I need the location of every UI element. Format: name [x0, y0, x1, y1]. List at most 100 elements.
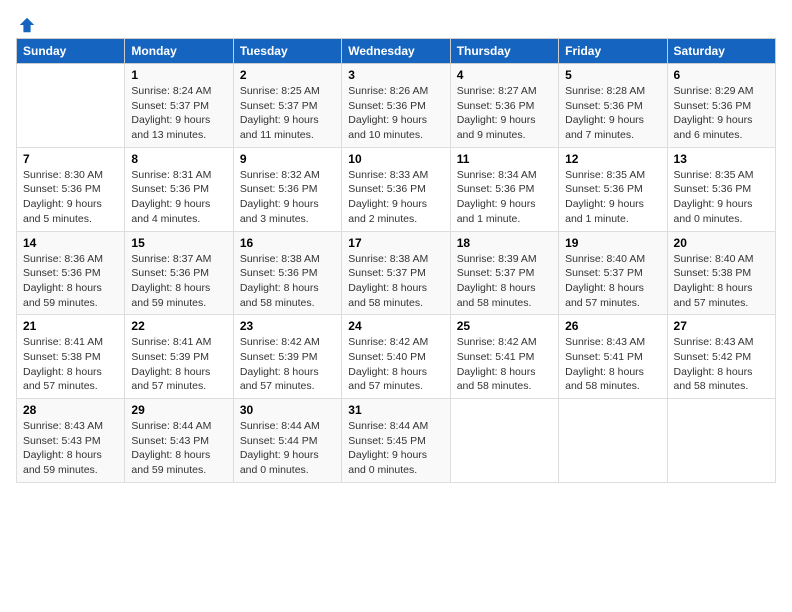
calendar-cell: [450, 399, 558, 483]
calendar-cell: 10 Sunrise: 8:33 AM Sunset: 5:36 PM Dayli…: [342, 147, 450, 231]
day-number: 7: [23, 152, 118, 166]
calendar-cell: 2Sunrise: 8:25 AM Sunset: 5:37 PM Daylig…: [233, 64, 341, 148]
day-number: 28: [23, 403, 118, 417]
weekday-header: Saturday: [667, 39, 775, 64]
calendar-cell: 11 Sunrise: 8:34 AM Sunset: 5:36 PM Dayli…: [450, 147, 558, 231]
calendar-cell: 7Sunrise: 8:30 AM Sunset: 5:36 PM Daylig…: [17, 147, 125, 231]
calendar-cell: 15 Sunrise: 8:37 AM Sunset: 5:36 PM Dayli…: [125, 231, 233, 315]
day-number: 27: [674, 319, 769, 333]
day-info: Sunrise: 8:40 AM Sunset: 5:37 PM Dayligh…: [565, 252, 660, 311]
logo-icon: [18, 16, 36, 34]
day-number: 9: [240, 152, 335, 166]
day-number: 22: [131, 319, 226, 333]
calendar-cell: 19 Sunrise: 8:40 AM Sunset: 5:37 PM Dayli…: [559, 231, 667, 315]
calendar-cell: 29 Sunrise: 8:44 AM Sunset: 5:43 PM Dayli…: [125, 399, 233, 483]
day-number: 20: [674, 236, 769, 250]
day-number: 25: [457, 319, 552, 333]
day-number: 26: [565, 319, 660, 333]
day-number: 31: [348, 403, 443, 417]
day-number: 30: [240, 403, 335, 417]
weekday-header: Thursday: [450, 39, 558, 64]
calendar-cell: 18 Sunrise: 8:39 AM Sunset: 5:37 PM Dayli…: [450, 231, 558, 315]
day-info: Sunrise: 8:24 AM Sunset: 5:37 PM Dayligh…: [131, 84, 226, 143]
calendar-table: SundayMondayTuesdayWednesdayThursdayFrid…: [16, 38, 776, 483]
header: [16, 16, 776, 30]
day-info: Sunrise: 8:41 AM Sunset: 5:38 PM Dayligh…: [23, 335, 118, 394]
calendar-cell: 6 Sunrise: 8:29 AM Sunset: 5:36 PM Daylig…: [667, 64, 775, 148]
calendar-cell: 26 Sunrise: 8:43 AM Sunset: 5:41 PM Dayli…: [559, 315, 667, 399]
calendar-cell: 21 Sunrise: 8:41 AM Sunset: 5:38 PM Dayli…: [17, 315, 125, 399]
day-info: Sunrise: 8:42 AM Sunset: 5:40 PM Dayligh…: [348, 335, 443, 394]
calendar-cell: 27 Sunrise: 8:43 AM Sunset: 5:42 PM Dayli…: [667, 315, 775, 399]
calendar-week-row: 28 Sunrise: 8:43 AM Sunset: 5:43 PM Dayli…: [17, 399, 776, 483]
calendar-cell: 14 Sunrise: 8:36 AM Sunset: 5:36 PM Dayli…: [17, 231, 125, 315]
calendar-cell: 17Sunrise: 8:38 AM Sunset: 5:37 PM Dayli…: [342, 231, 450, 315]
day-number: 16: [240, 236, 335, 250]
day-number: 21: [23, 319, 118, 333]
calendar-body: 1 Sunrise: 8:24 AM Sunset: 5:37 PM Daylig…: [17, 64, 776, 483]
day-info: Sunrise: 8:43 AM Sunset: 5:43 PM Dayligh…: [23, 419, 118, 478]
day-info: Sunrise: 8:44 AM Sunset: 5:45 PM Dayligh…: [348, 419, 443, 478]
day-info: Sunrise: 8:26 AM Sunset: 5:36 PM Dayligh…: [348, 84, 443, 143]
calendar-cell: 3 Sunrise: 8:26 AM Sunset: 5:36 PM Daylig…: [342, 64, 450, 148]
calendar-header-row: SundayMondayTuesdayWednesdayThursdayFrid…: [17, 39, 776, 64]
calendar-cell: [559, 399, 667, 483]
day-number: 3: [348, 68, 443, 82]
calendar-cell: 23 Sunrise: 8:42 AM Sunset: 5:39 PM Dayli…: [233, 315, 341, 399]
calendar-cell: 31 Sunrise: 8:44 AM Sunset: 5:45 PM Dayli…: [342, 399, 450, 483]
day-number: 6: [674, 68, 769, 82]
day-info: Sunrise: 8:35 AM Sunset: 5:36 PM Dayligh…: [565, 168, 660, 227]
calendar-cell: 25 Sunrise: 8:42 AM Sunset: 5:41 PM Dayli…: [450, 315, 558, 399]
day-number: 4: [457, 68, 552, 82]
day-info: Sunrise: 8:44 AM Sunset: 5:44 PM Dayligh…: [240, 419, 335, 478]
weekday-header: Friday: [559, 39, 667, 64]
day-info: Sunrise: 8:39 AM Sunset: 5:37 PM Dayligh…: [457, 252, 552, 311]
day-info: Sunrise: 8:29 AM Sunset: 5:36 PM Dayligh…: [674, 84, 769, 143]
day-number: 14: [23, 236, 118, 250]
day-number: 13: [674, 152, 769, 166]
weekday-header: Tuesday: [233, 39, 341, 64]
day-info: Sunrise: 8:40 AM Sunset: 5:38 PM Dayligh…: [674, 252, 769, 311]
day-number: 24: [348, 319, 443, 333]
day-info: Sunrise: 8:33 AM Sunset: 5:36 PM Dayligh…: [348, 168, 443, 227]
day-info: Sunrise: 8:42 AM Sunset: 5:39 PM Dayligh…: [240, 335, 335, 394]
day-number: 18: [457, 236, 552, 250]
weekday-header: Sunday: [17, 39, 125, 64]
calendar-cell: 5Sunrise: 8:28 AM Sunset: 5:36 PM Daylig…: [559, 64, 667, 148]
calendar-cell: 28 Sunrise: 8:43 AM Sunset: 5:43 PM Dayli…: [17, 399, 125, 483]
calendar-cell: 12 Sunrise: 8:35 AM Sunset: 5:36 PM Dayli…: [559, 147, 667, 231]
day-number: 23: [240, 319, 335, 333]
day-info: Sunrise: 8:38 AM Sunset: 5:37 PM Dayligh…: [348, 252, 443, 311]
day-info: Sunrise: 8:27 AM Sunset: 5:36 PM Dayligh…: [457, 84, 552, 143]
calendar-week-row: 14 Sunrise: 8:36 AM Sunset: 5:36 PM Dayli…: [17, 231, 776, 315]
day-info: Sunrise: 8:35 AM Sunset: 5:36 PM Dayligh…: [674, 168, 769, 227]
calendar-week-row: 21 Sunrise: 8:41 AM Sunset: 5:38 PM Dayli…: [17, 315, 776, 399]
day-number: 2: [240, 68, 335, 82]
weekday-header: Wednesday: [342, 39, 450, 64]
calendar-cell: 24 Sunrise: 8:42 AM Sunset: 5:40 PM Dayli…: [342, 315, 450, 399]
day-info: Sunrise: 8:44 AM Sunset: 5:43 PM Dayligh…: [131, 419, 226, 478]
day-number: 15: [131, 236, 226, 250]
day-info: Sunrise: 8:38 AM Sunset: 5:36 PM Dayligh…: [240, 252, 335, 311]
calendar-cell: 22 Sunrise: 8:41 AM Sunset: 5:39 PM Dayli…: [125, 315, 233, 399]
day-number: 12: [565, 152, 660, 166]
day-number: 11: [457, 152, 552, 166]
day-info: Sunrise: 8:34 AM Sunset: 5:36 PM Dayligh…: [457, 168, 552, 227]
day-number: 5: [565, 68, 660, 82]
day-number: 19: [565, 236, 660, 250]
day-number: 29: [131, 403, 226, 417]
calendar-cell: [667, 399, 775, 483]
day-info: Sunrise: 8:42 AM Sunset: 5:41 PM Dayligh…: [457, 335, 552, 394]
day-info: Sunrise: 8:43 AM Sunset: 5:42 PM Dayligh…: [674, 335, 769, 394]
day-number: 8: [131, 152, 226, 166]
day-info: Sunrise: 8:37 AM Sunset: 5:36 PM Dayligh…: [131, 252, 226, 311]
calendar-cell: 16 Sunrise: 8:38 AM Sunset: 5:36 PM Dayli…: [233, 231, 341, 315]
day-info: Sunrise: 8:41 AM Sunset: 5:39 PM Dayligh…: [131, 335, 226, 394]
logo: [16, 16, 36, 30]
day-info: Sunrise: 8:43 AM Sunset: 5:41 PM Dayligh…: [565, 335, 660, 394]
calendar-week-row: 7Sunrise: 8:30 AM Sunset: 5:36 PM Daylig…: [17, 147, 776, 231]
day-number: 1: [131, 68, 226, 82]
day-number: 10: [348, 152, 443, 166]
calendar-week-row: 1 Sunrise: 8:24 AM Sunset: 5:37 PM Daylig…: [17, 64, 776, 148]
day-info: Sunrise: 8:36 AM Sunset: 5:36 PM Dayligh…: [23, 252, 118, 311]
